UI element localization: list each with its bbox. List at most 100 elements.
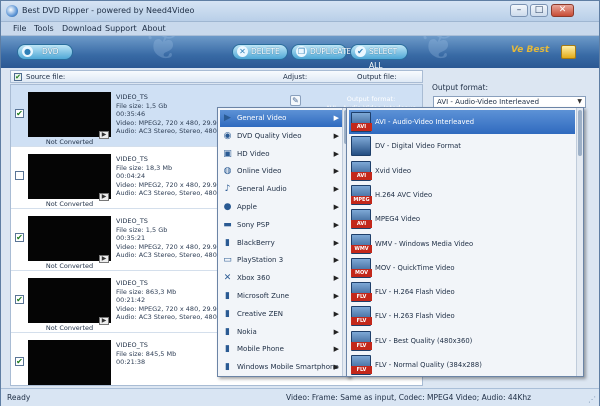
file-size: File size: 1,5 Gb <box>116 101 168 110</box>
row-checkbox[interactable]: ✔ <box>15 109 24 118</box>
category-item[interactable]: ▶ General Video ▶ <box>220 110 342 127</box>
category-icon: ▬ <box>223 219 232 230</box>
category-item[interactable]: ▮ Microsoft Zune ▶ <box>220 288 342 305</box>
flame-decoration: ❦ <box>146 36 182 68</box>
category-label: PlayStation 3 <box>237 256 284 265</box>
format-badge: FLV <box>351 366 372 374</box>
format-item[interactable]: FLV FLV - H.263 Flash Video <box>349 304 575 328</box>
category-item[interactable]: ◉ DVD Quality Video ▶ <box>220 128 342 145</box>
category-item[interactable]: ● Apple ▶ <box>220 199 342 216</box>
format-badge: MPEG <box>351 195 372 204</box>
resize-grip-icon[interactable]: ⋰ <box>588 395 596 404</box>
conversion-status: Not Converted <box>45 200 94 208</box>
category-item[interactable]: ▬ Sony PSP ▶ <box>220 217 342 234</box>
file-name: VIDEO_TS <box>116 155 148 163</box>
format-scrollbar[interactable] <box>576 108 583 376</box>
format-label: DV - Digital Video Format <box>375 142 461 151</box>
maximize-button[interactable]: □ <box>530 4 548 17</box>
file-video-info: Video: MPEG2, 720 x 480, 29.97 f <box>116 180 226 189</box>
category-item[interactable]: ◍ Online Video ▶ <box>220 163 342 180</box>
file-audio-info: Audio: AC3 Stereo, Stereo, 48000 <box>116 313 226 321</box>
category-label: Nokia <box>237 327 257 336</box>
conversion-status: Not Converted <box>45 262 94 270</box>
file-audio-info: Audio: AC3 Stereo, Stereo, 48000 <box>116 189 226 197</box>
format-label: FLV - H.264 Flash Video <box>375 288 455 297</box>
format-item[interactable]: DV - Digital Video Format <box>349 134 575 158</box>
category-item[interactable]: ▮ Nokia ▶ <box>220 324 342 341</box>
category-item[interactable]: ▣ HD Video ▶ <box>220 146 342 163</box>
format-item[interactable]: FLV FLV - Normal Quality (384x288) <box>349 353 575 376</box>
category-icon: ▮ <box>225 308 230 319</box>
file-meta: VIDEO_TS File size: 18,3 Mb 00:04:24 Vid… <box>116 155 225 198</box>
row-checkbox[interactable]: ✔ <box>15 357 24 366</box>
format-item[interactable]: WMV WMV - Windows Media Video <box>349 232 575 256</box>
disc-icon: ● <box>22 46 33 57</box>
category-icon: ▶ <box>224 113 231 123</box>
select-all-checkbox[interactable]: ✔ <box>14 73 22 81</box>
chevron-right-icon: ▶ <box>333 238 339 247</box>
film-icon: WMV <box>351 233 372 254</box>
header-output: Output file: <box>357 73 397 81</box>
menu-file[interactable]: File <box>13 24 26 33</box>
format-item[interactable]: FLV FLV - H.264 Flash Video <box>349 280 575 304</box>
title-bar: Best DVD Ripper - powered by Need4Video … <box>1 1 599 22</box>
category-icon: ◉ <box>223 130 232 141</box>
menu-about[interactable]: About <box>142 24 166 33</box>
file-meta: VIDEO_TS File size: 863,3 Mb 00:21:42 Vi… <box>116 279 225 322</box>
format-label: FLV - Normal Quality (384x288) <box>375 361 482 369</box>
row-checkbox[interactable] <box>15 171 24 180</box>
minimize-button[interactable]: – <box>510 4 528 17</box>
scroll-thumb[interactable] <box>578 110 582 156</box>
row-checkbox[interactable]: ✔ <box>15 233 24 242</box>
file-name: VIDEO_TS <box>116 279 148 287</box>
chevron-right-icon: ▶ <box>333 327 339 336</box>
film-icon: AVI <box>351 209 372 230</box>
category-item[interactable]: ▮ Windows Mobile Smartphone ▶ <box>220 359 342 376</box>
edit-icon[interactable]: ✎ <box>290 95 301 106</box>
format-item[interactable]: MOV MOV - QuickTime Video <box>349 256 575 280</box>
format-item[interactable]: AVI Xvid Video <box>349 159 575 183</box>
delete-icon: ✕ <box>237 46 248 57</box>
category-item[interactable]: ♪ General Audio ▶ <box>220 181 342 198</box>
category-label: Creative ZEN <box>237 309 284 318</box>
format-label: FLV - Best Quality (480x360) <box>375 336 473 345</box>
category-item[interactable]: ✕ Xbox 360 ▶ <box>220 270 342 287</box>
close-button[interactable]: ✕ <box>551 4 574 17</box>
dvd-button[interactable]: ● DVD <box>17 44 73 60</box>
format-badge: AVI <box>351 220 372 229</box>
duplicate-button[interactable]: ❐ DUPLICATE <box>291 44 351 60</box>
category-icon: ▮ <box>225 326 230 337</box>
category-label: General Video <box>237 114 287 122</box>
header-source: Source file: <box>26 73 66 81</box>
chevron-right-icon: ▶ <box>333 114 339 122</box>
film-icon: MOV <box>351 257 372 278</box>
select-all-button[interactable]: ✔ SELECT ALL <box>350 44 408 68</box>
file-duration: 00:04:24 <box>116 172 146 180</box>
category-icon: ▮ <box>225 237 230 248</box>
film-icon: FLV <box>351 306 372 327</box>
file-video-info: Video: MPEG2, 720 x 480, 29.97 f <box>116 118 226 127</box>
video-thumbnail: ▶ <box>28 154 111 201</box>
category-icon: ◍ <box>223 166 232 177</box>
format-item[interactable]: FLV FLV - Best Quality (480x360) <box>349 329 575 353</box>
row-checkbox[interactable]: ✔ <box>15 295 24 304</box>
app-icon <box>6 5 18 17</box>
menu-tools[interactable]: Tools <box>34 24 54 33</box>
format-item[interactable]: MPEG H.264 AVC Video <box>349 183 575 207</box>
category-item[interactable]: ▮ Mobile Phone ▶ <box>220 341 342 358</box>
format-item[interactable]: AVI MPEG4 Video <box>349 207 575 231</box>
file-duration: 00:35:21 <box>116 234 146 242</box>
menu-support[interactable]: Support <box>105 24 137 33</box>
category-item[interactable]: ▮ BlackBerry ▶ <box>220 235 342 252</box>
format-badge: WMV <box>351 244 372 253</box>
category-item[interactable]: ▭ PlayStation 3 ▶ <box>220 252 342 269</box>
menu-download[interactable]: Download <box>62 24 102 33</box>
category-item[interactable]: ▮ Creative ZEN ▶ <box>220 306 342 323</box>
delete-button[interactable]: ✕ DELETE <box>232 44 288 60</box>
menu-bar: File Tools Download Support About <box>1 22 599 36</box>
format-item[interactable]: AVI AVI - Audio-Video Interleaved <box>349 110 575 134</box>
category-label: Mobile Phone <box>237 345 284 354</box>
header-adjust: Adjust: <box>283 73 308 81</box>
file-video-info: Video: MPEG2, 720 x 480, 29.97 f <box>116 304 226 313</box>
category-icon: ▮ <box>225 344 230 355</box>
